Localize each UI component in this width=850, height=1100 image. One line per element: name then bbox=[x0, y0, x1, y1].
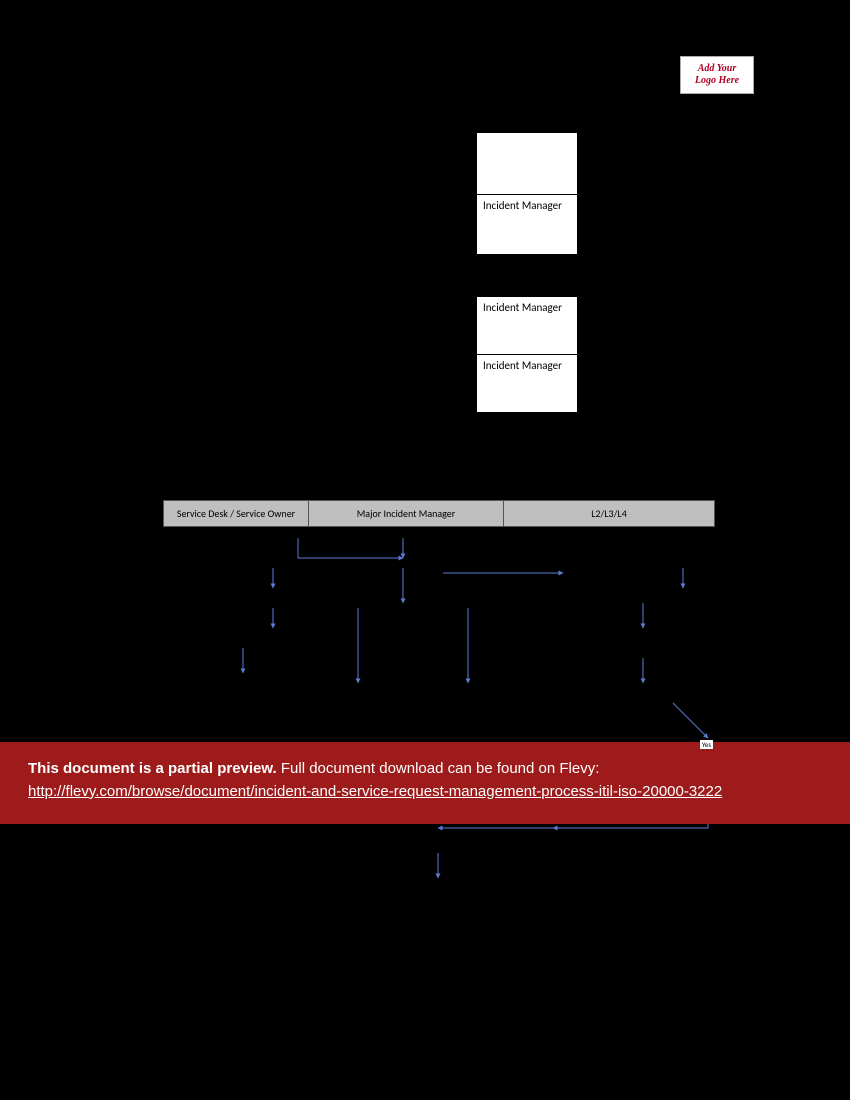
role-table-1: Incident Manager bbox=[476, 132, 578, 255]
logo-placeholder: Add Your Logo Here bbox=[680, 56, 754, 94]
banner-bold: This document is a partial preview. bbox=[28, 760, 277, 777]
swimlane-header: Service Desk / Service Owner Major Incid… bbox=[163, 500, 715, 527]
role-cell bbox=[477, 133, 578, 195]
role-cell: Incident Manager bbox=[477, 355, 578, 413]
banner-rest: Full document download can be found on F… bbox=[277, 760, 600, 777]
logo-line2: Logo Here bbox=[695, 75, 739, 86]
logo-line1: Add Your bbox=[698, 63, 736, 74]
decision-yes-label: Yes bbox=[700, 740, 713, 749]
swimlane-col-l2l3l4: L2/L3/L4 bbox=[504, 501, 714, 526]
role-table-2: Incident Manager Incident Manager bbox=[476, 296, 578, 413]
swimlane-col-service-desk: Service Desk / Service Owner bbox=[164, 501, 309, 526]
swimlane-col-major-incident-mgr: Major Incident Manager bbox=[309, 501, 504, 526]
role-cell: Incident Manager bbox=[477, 297, 578, 355]
preview-banner: This document is a partial preview. Full… bbox=[0, 742, 850, 824]
role-cell: Incident Manager bbox=[477, 195, 578, 255]
banner-link[interactable]: http://flevy.com/browse/document/inciden… bbox=[28, 781, 822, 804]
flowchart-area bbox=[163, 528, 718, 948]
